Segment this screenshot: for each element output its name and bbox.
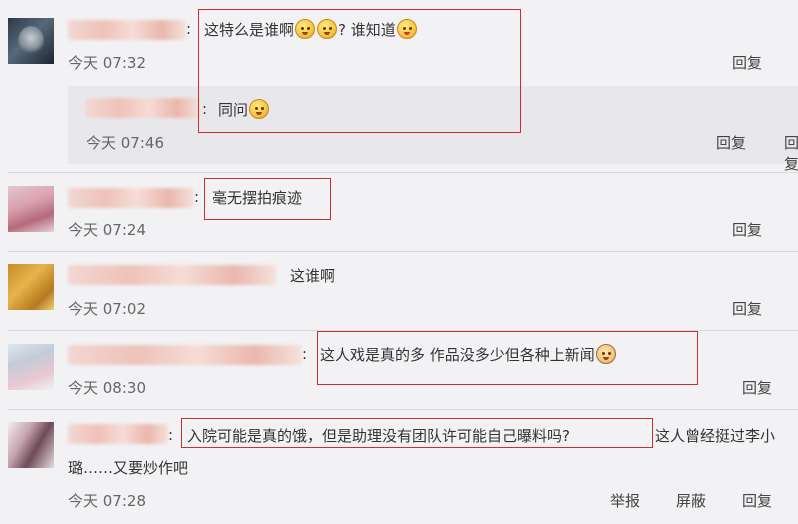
colon: : xyxy=(302,345,308,363)
divider xyxy=(8,409,798,410)
avatar[interactable] xyxy=(8,264,54,310)
reply-button[interactable]: 回复 xyxy=(732,219,762,240)
timestamp: 今天 08:30 xyxy=(68,379,146,397)
blurred-username[interactable] xyxy=(68,424,168,444)
avatar[interactable] xyxy=(8,344,54,390)
report-button[interactable]: 举报 xyxy=(610,490,640,511)
blurred-username[interactable] xyxy=(68,20,186,40)
blurred-username[interactable] xyxy=(68,188,194,208)
comment-text: 这谁啊 xyxy=(290,267,336,285)
timestamp: 今天 07:02 xyxy=(68,300,146,318)
timestamp: 今天 07:24 xyxy=(68,221,146,239)
colon: : xyxy=(168,426,174,444)
reply-button[interactable]: 回复 xyxy=(742,377,772,398)
avatar[interactable] xyxy=(8,18,54,64)
divider xyxy=(8,172,798,173)
timestamp: 今天 07:46 xyxy=(86,134,164,152)
highlight-box xyxy=(198,9,521,133)
highlight-box xyxy=(181,418,653,448)
comment-text: 这人曾经挺过李小 xyxy=(655,427,776,445)
blurred-username[interactable] xyxy=(68,265,276,285)
reply-button[interactable]: 回复 xyxy=(742,490,772,511)
avatar[interactable] xyxy=(8,422,54,468)
blurred-username[interactable] xyxy=(86,98,200,118)
block-button[interactable]: 屏蔽 xyxy=(676,490,706,511)
colon: : xyxy=(186,20,192,38)
timestamp: 今天 07:32 xyxy=(68,54,146,72)
comment-text-line2: 璐……又要炒作吧 xyxy=(68,459,189,477)
reply-button[interactable]: 回复 xyxy=(732,298,762,319)
blurred-username[interactable] xyxy=(68,345,302,365)
avatar[interactable] xyxy=(8,186,54,232)
colon: : xyxy=(194,188,200,206)
divider xyxy=(8,251,798,252)
highlight-box xyxy=(204,178,331,220)
reply-button-cut[interactable]: 回复 xyxy=(784,132,798,174)
timestamp: 今天 07:28 xyxy=(68,492,146,510)
reply-button[interactable]: 回复 xyxy=(732,52,762,73)
highlight-box xyxy=(317,331,698,385)
reply-button[interactable]: 回复 xyxy=(716,132,746,153)
